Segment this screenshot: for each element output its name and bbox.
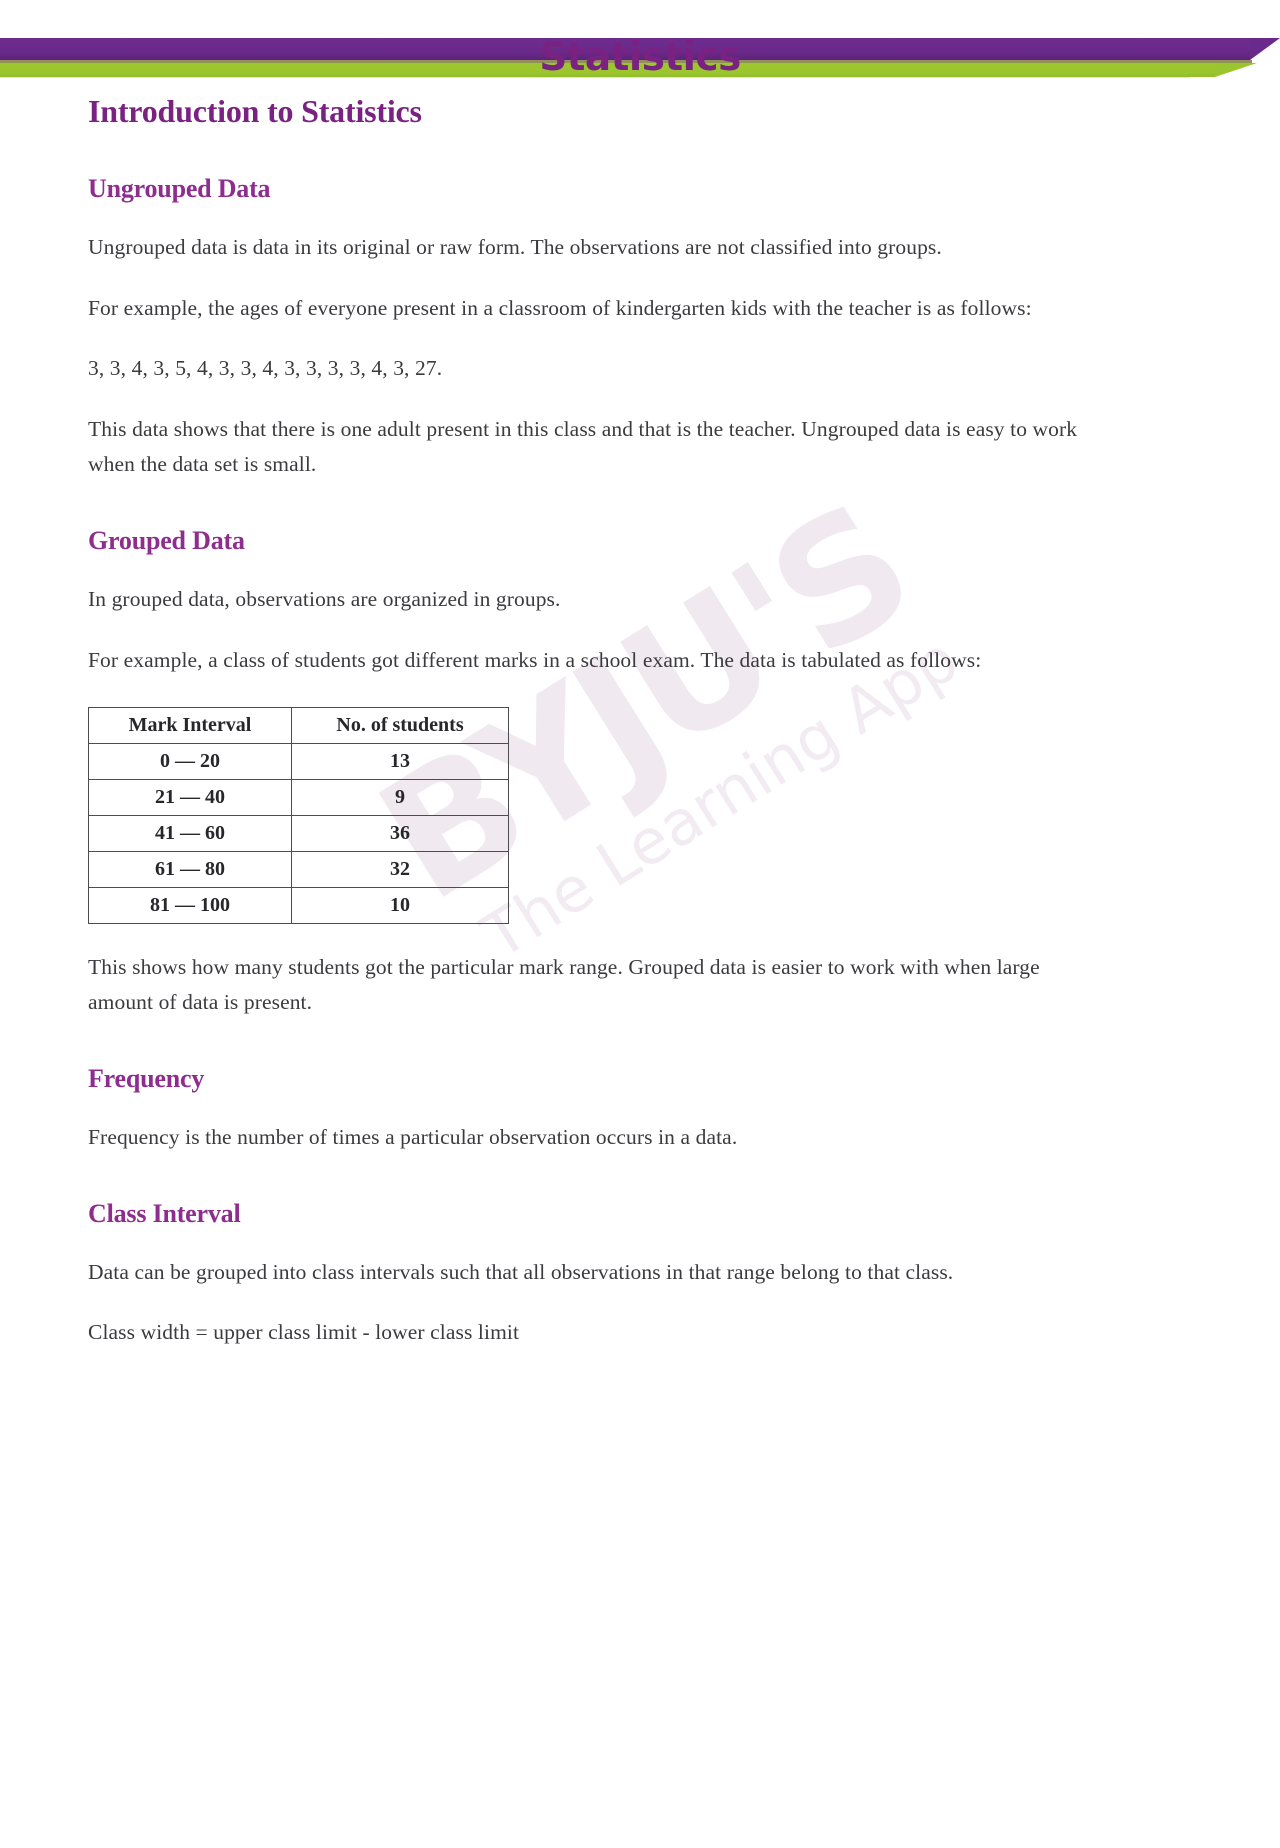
paragraph: This data shows that there is one adult … bbox=[88, 417, 1078, 476]
cell-mark-interval: 21 — 40 bbox=[88, 779, 292, 817]
paragraph: Frequency is the number of times a parti… bbox=[88, 1124, 738, 1149]
document-heading: Introduction to Statistics bbox=[88, 93, 422, 129]
cell-no-of-students: 13 bbox=[291, 743, 509, 781]
cell-no-of-students: 36 bbox=[291, 815, 509, 853]
cell-no-of-students: 9 bbox=[291, 779, 509, 817]
page-content: Statistics Introduction to Statistics Un… bbox=[0, 38, 1280, 1350]
paragraph: In grouped data, observations are organi… bbox=[88, 586, 561, 611]
marks-table: Mark Interval No. of students 0 — 20 13 … bbox=[88, 707, 509, 925]
cell-mark-interval: 0 — 20 bbox=[88, 743, 292, 781]
cell-no-of-students: 32 bbox=[291, 851, 509, 889]
cell-no-of-students: 10 bbox=[291, 887, 509, 925]
cell-mark-interval: 41 — 60 bbox=[88, 815, 292, 853]
section-heading-grouped-data: Grouped Data bbox=[88, 525, 245, 555]
formula-class-width: Class width = upper class limit - lower … bbox=[88, 1320, 520, 1345]
paragraph: Data can be grouped into class intervals… bbox=[88, 1259, 954, 1284]
paragraph: This shows how many students got the par… bbox=[88, 955, 1040, 1015]
cell-mark-interval: 81 — 100 bbox=[88, 887, 292, 925]
data-sequence: 3, 3, 4, 3, 5, 4, 3, 3, 4, 3, 3, 3, 3, 4… bbox=[88, 356, 443, 381]
table-row: 81 — 100 10 bbox=[88, 887, 509, 925]
table-row: 0 — 20 13 bbox=[88, 743, 509, 781]
table-row: 61 — 80 32 bbox=[88, 851, 509, 889]
table-header-mark-interval: Mark Interval bbox=[88, 707, 292, 745]
page-title: Statistics bbox=[539, 35, 741, 80]
section-heading-ungrouped-data: Ungrouped Data bbox=[88, 173, 271, 203]
table-row: 41 — 60 36 bbox=[88, 815, 509, 853]
section-heading-frequency: Frequency bbox=[88, 1064, 205, 1094]
table-row: 21 — 40 9 bbox=[88, 779, 509, 817]
paragraph: Ungrouped data is data in its original o… bbox=[88, 234, 942, 259]
marks-table-wrapper: Mark Interval No. of students 0 — 20 13 … bbox=[88, 707, 1192, 925]
table-header-no-of-students: No. of students bbox=[291, 707, 509, 745]
section-heading-class-interval: Class Interval bbox=[88, 1198, 241, 1228]
cell-mark-interval: 61 — 80 bbox=[88, 851, 292, 889]
paragraph: For example, a class of students got dif… bbox=[88, 647, 982, 672]
paragraph: For example, the ages of everyone presen… bbox=[88, 295, 1032, 320]
table-header-row: Mark Interval No. of students bbox=[88, 707, 509, 745]
